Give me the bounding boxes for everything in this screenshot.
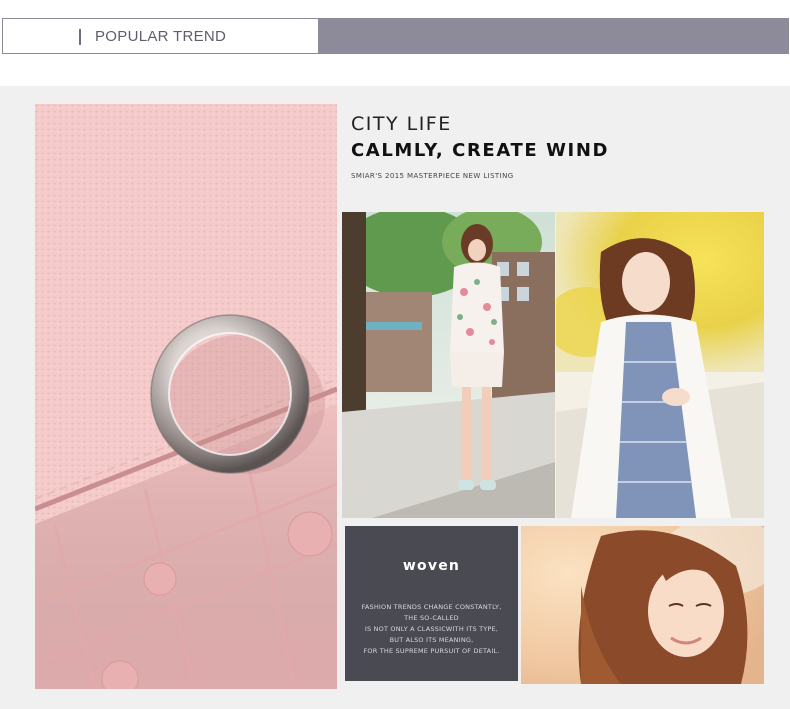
woven-description-box: woven FASHION TRENDS CHANGE CONSTANTLY, … [345, 526, 518, 681]
headline-subtitle: SMIAR'S 2015 MASTERPIECE NEW LISTING [351, 172, 514, 180]
woven-description: FASHION TRENDS CHANGE CONSTANTLY, THE SO… [345, 602, 518, 657]
headline-city-life: CITY LIFE [351, 113, 452, 135]
street-fashion-photo [342, 212, 555, 518]
woven-line: IS NOT ONLY A CLASSICWITH ITS TYPE, [364, 625, 499, 633]
woven-line: FASHION TRENDS CHANGE CONSTANTLY, [361, 603, 502, 611]
woven-line: FOR THE SUPREME PURSUIT OF DETAIL. [363, 647, 500, 655]
pink-leather-image [35, 104, 337, 689]
header-title: POPULAR TREND [95, 28, 227, 45]
woven-line: THE SO-CALLED [404, 614, 459, 622]
product-showcase-panel: CITY LIFE CALMLY, CREATE WIND SMIAR'S 20… [0, 86, 790, 709]
woven-line: BUT ALSO ITS MEANING, [389, 636, 474, 644]
header-accent-bar [318, 18, 789, 54]
header-divider-mark [79, 29, 81, 45]
section-header: POPULAR TREND [2, 18, 789, 54]
header-title-box: POPULAR TREND [2, 18, 318, 54]
woven-title: woven [402, 558, 461, 574]
cardigan-fashion-photo [556, 212, 764, 518]
headline-calmly: CALMLY, CREATE WIND [351, 140, 610, 161]
portrait-photo [521, 526, 764, 684]
